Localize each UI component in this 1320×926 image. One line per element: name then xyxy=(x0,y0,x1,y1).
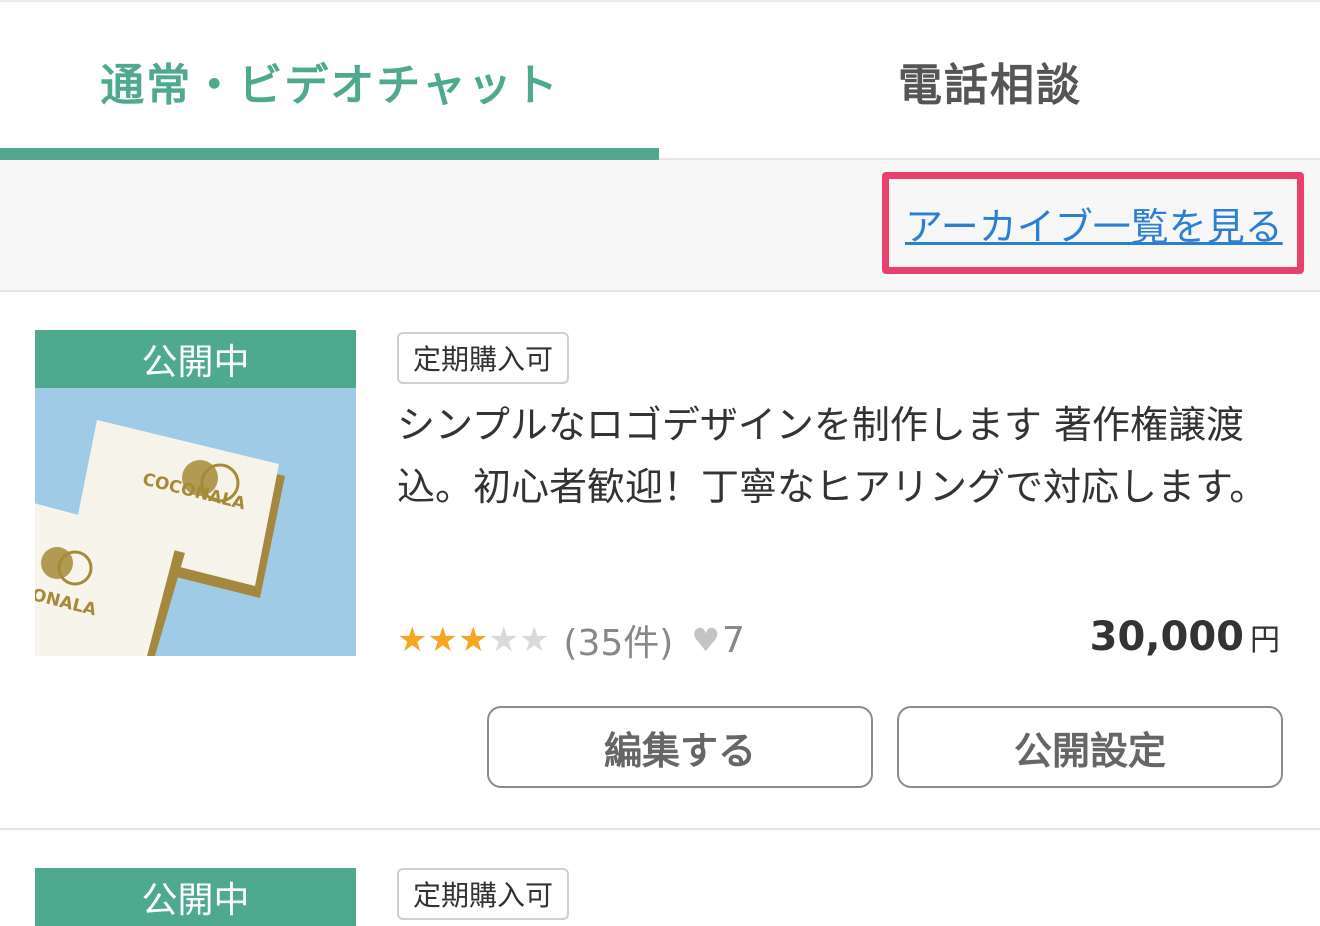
rating-row: ★ ★ ★ ★ ★ (35件) ♥ 7 xyxy=(397,618,745,665)
tab-phone[interactable]: 電話相談 xyxy=(660,2,1320,160)
price: 30,000 円 xyxy=(1090,614,1280,660)
publish-settings-button[interactable]: 公開設定 xyxy=(897,706,1283,788)
edit-button[interactable]: 編集する xyxy=(487,706,873,788)
star-icon: ★ xyxy=(488,620,519,660)
service-item: 公開中 COCONALA ONALA 定期購入可 シンプルなロゴデザインを制作し… xyxy=(0,292,1320,830)
service-thumbnail[interactable]: 公開中 COCONALA ONALA xyxy=(35,330,356,656)
star-icon: ★ xyxy=(457,620,489,660)
heart-icon: ♥ xyxy=(691,621,721,659)
tab-bar: 通常・ビデオチャット 電話相談 xyxy=(0,0,1320,160)
service-item: 公開中 定期購入可 xyxy=(0,830,1320,926)
archive-list-link[interactable]: アーカイブ一覧を見る xyxy=(905,196,1283,251)
review-count: (35件) xyxy=(563,623,674,664)
status-badge: 公開中 xyxy=(35,330,356,388)
status-badge: 公開中 xyxy=(35,868,356,926)
service-thumbnail[interactable]: 公開中 xyxy=(35,868,356,926)
star-icon: ★ xyxy=(397,620,428,660)
thumbnail-image: COCONALA ONALA xyxy=(35,388,356,656)
tab-video-chat-label: 通常・ビデオチャット xyxy=(100,60,560,111)
star-rating: ★ ★ ★ ★ ★ xyxy=(397,620,549,660)
archive-row: アーカイブ一覧を見る xyxy=(0,160,1320,292)
favorite-count: 7 xyxy=(722,619,745,661)
star-icon: ★ xyxy=(518,620,550,660)
price-unit: 円 xyxy=(1250,623,1280,658)
subscription-tag: 定期購入可 xyxy=(397,868,570,920)
service-title[interactable]: シンプルなロゴデザインを制作します 著作権譲渡込。初心者歓迎！丁寧なヒアリングで… xyxy=(397,394,1287,518)
tab-phone-label: 電話相談 xyxy=(898,60,1082,111)
star-icon: ★ xyxy=(427,620,458,660)
subscription-tag: 定期購入可 xyxy=(397,332,570,384)
price-value: 30,000 xyxy=(1089,614,1244,660)
tab-video-chat[interactable]: 通常・ビデオチャット xyxy=(0,2,660,160)
active-tab-indicator xyxy=(0,148,659,160)
